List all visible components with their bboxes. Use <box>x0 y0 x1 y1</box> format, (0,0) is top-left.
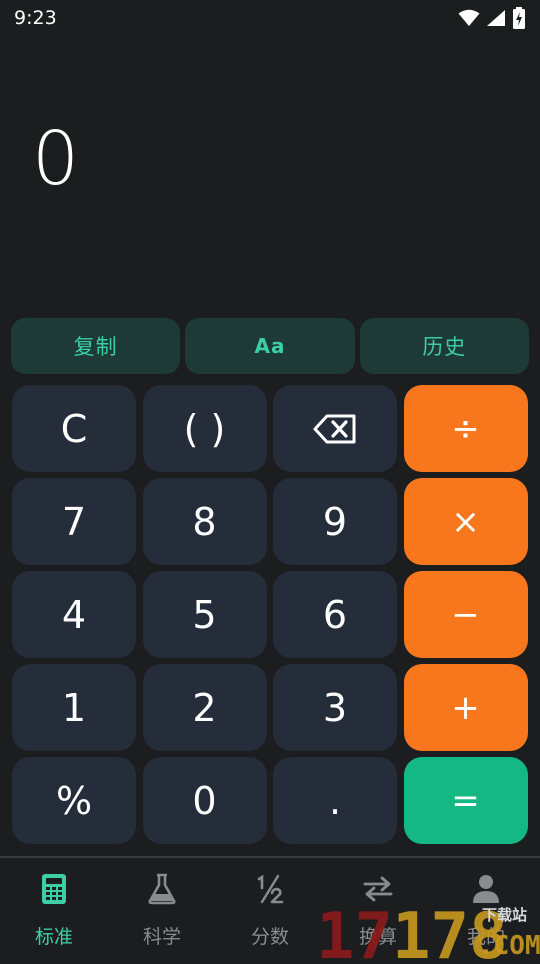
equals-key[interactable]: = <box>403 757 528 844</box>
nav-item-scientific[interactable]: 科学 <box>108 858 216 960</box>
status-icons <box>458 7 526 29</box>
result-display: 0 <box>0 36 540 316</box>
nav-label-fraction: 分数 <box>250 926 289 948</box>
font-size-button[interactable]: Aa <box>185 318 355 374</box>
digit-2-key[interactable]: 2 <box>142 664 267 751</box>
digit-0-key[interactable]: 0 <box>142 757 267 844</box>
digit-7-key[interactable]: 7 <box>12 478 136 565</box>
battery-charging-icon <box>513 7 525 29</box>
percent-key[interactable]: % <box>12 757 136 844</box>
copy-button-label: 复制 <box>73 335 118 359</box>
watermark-suffix: .COM <box>478 931 540 960</box>
digit-9-key[interactable]: 9 <box>273 478 397 565</box>
nav-item-fraction[interactable]: 分数 <box>216 858 324 960</box>
backspace-key[interactable] <box>273 385 397 472</box>
digit-4-key[interactable]: 4 <box>12 571 136 658</box>
nav-label-scientific: 科学 <box>142 926 181 948</box>
add-key[interactable]: + <box>403 664 528 751</box>
backspace-icon <box>313 414 356 443</box>
multiply-key[interactable]: × <box>403 478 528 565</box>
fraction-icon <box>253 872 287 906</box>
watermark-logo: 17 178 下载站 .COM <box>316 898 540 964</box>
watermark-small-text: 下载站 <box>482 906 527 924</box>
decimal-key[interactable]: . <box>273 757 397 844</box>
svg-text:17: 17 <box>316 900 393 960</box>
font-size-button-label: Aa <box>254 334 286 358</box>
nav-label-standard: 标准 <box>34 926 73 948</box>
keypad: C ( ) ÷ 7 8 9 × 4 5 6 − 1 2 3 + % 0 . = <box>12 385 528 844</box>
clear-key[interactable]: C <box>12 385 136 472</box>
history-button-label: 历史 <box>422 335 467 359</box>
copy-button[interactable]: 复制 <box>11 318 181 374</box>
parentheses-key[interactable]: ( ) <box>142 385 267 472</box>
tool-row: 复制 Aa 历史 <box>11 318 529 374</box>
history-button[interactable]: 历史 <box>359 318 529 374</box>
nav-item-standard[interactable]: 标准 <box>0 858 108 960</box>
status-bar: 9:23 <box>0 0 540 36</box>
status-time: 9:23 <box>14 7 57 29</box>
display-value: 0 <box>32 116 80 202</box>
digit-5-key[interactable]: 5 <box>142 571 267 658</box>
digit-3-key[interactable]: 3 <box>273 664 397 751</box>
digit-1-key[interactable]: 1 <box>12 664 136 751</box>
wifi-icon <box>458 9 480 26</box>
calculator-icon <box>37 872 71 906</box>
cellular-signal-icon <box>487 10 505 26</box>
divide-key[interactable]: ÷ <box>403 385 528 472</box>
flask-icon <box>145 872 179 906</box>
subtract-key[interactable]: − <box>403 571 528 658</box>
digit-8-key[interactable]: 8 <box>142 478 267 565</box>
digit-6-key[interactable]: 6 <box>273 571 397 658</box>
